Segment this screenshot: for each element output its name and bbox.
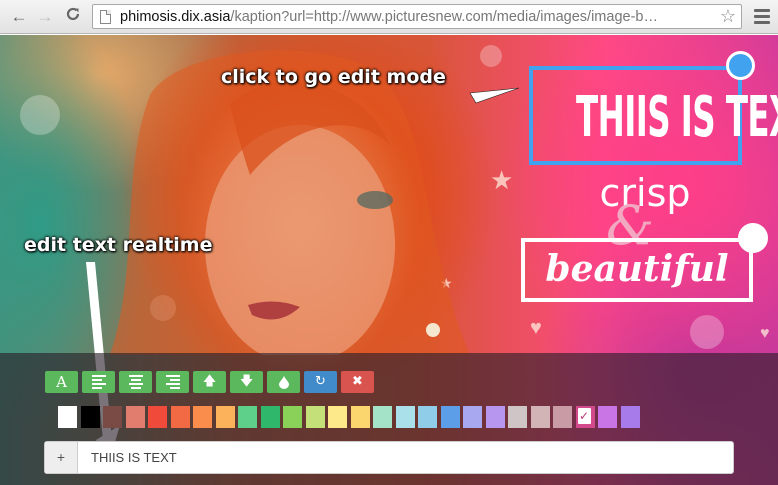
beautiful-text-layer[interactable]: beautiful bbox=[521, 238, 753, 302]
font-button[interactable]: A bbox=[45, 371, 78, 393]
title-text-layer[interactable]: THIIS IS TEXT bbox=[529, 66, 778, 165]
align-center-icon bbox=[128, 375, 143, 389]
align-left-icon bbox=[91, 375, 106, 389]
redo-icon: ↻ bbox=[315, 374, 326, 389]
color-swatch[interactable] bbox=[598, 406, 617, 428]
color-swatch[interactable] bbox=[395, 406, 415, 428]
editor-toolbar: A 🡅 🡇 ↻ ✖ bbox=[45, 371, 378, 393]
color-swatch[interactable] bbox=[305, 406, 325, 428]
color-swatch[interactable] bbox=[350, 406, 370, 428]
drop-icon bbox=[278, 375, 289, 389]
color-swatch[interactable] bbox=[170, 406, 190, 428]
arrow-to-title-icon bbox=[469, 87, 520, 104]
delete-button[interactable]: ✖ bbox=[341, 371, 374, 393]
layer-handle[interactable] bbox=[738, 223, 768, 253]
color-swatch[interactable] bbox=[373, 406, 392, 428]
caption-text-input[interactable] bbox=[79, 442, 733, 473]
align-center-button[interactable] bbox=[119, 371, 152, 393]
color-swatch[interactable] bbox=[125, 406, 145, 428]
color-swatch[interactable] bbox=[620, 406, 640, 428]
color-swatch[interactable] bbox=[508, 406, 527, 428]
move-down-button[interactable]: 🡇 bbox=[230, 371, 263, 393]
color-swatch[interactable] bbox=[485, 406, 505, 428]
color-swatch[interactable] bbox=[193, 406, 212, 428]
close-icon: ✖ bbox=[352, 374, 363, 389]
arrow-up-icon: 🡅 bbox=[202, 374, 217, 389]
color-swatch[interactable] bbox=[80, 406, 100, 428]
color-swatch[interactable] bbox=[553, 406, 572, 428]
align-left-button[interactable] bbox=[82, 371, 115, 393]
color-swatch[interactable] bbox=[103, 406, 122, 428]
color-swatch[interactable] bbox=[58, 406, 77, 428]
align-right-button[interactable] bbox=[156, 371, 189, 393]
color-swatch[interactable] bbox=[148, 406, 167, 428]
title-text: THIIS IS TEXT bbox=[576, 85, 778, 150]
edit-mode-annotation: click to go edit mode bbox=[221, 66, 446, 88]
realtime-annotation: edit text realtime bbox=[24, 234, 213, 256]
color-swatch[interactable] bbox=[238, 406, 257, 428]
color-swatch[interactable] bbox=[463, 406, 482, 428]
color-swatch[interactable] bbox=[530, 406, 550, 428]
color-swatch[interactable] bbox=[440, 406, 460, 428]
opacity-button[interactable] bbox=[267, 371, 300, 393]
color-swatch[interactable] bbox=[418, 406, 437, 428]
font-icon: A bbox=[56, 373, 67, 391]
arrow-down-icon: 🡇 bbox=[239, 374, 254, 389]
move-up-button[interactable]: 🡅 bbox=[193, 371, 226, 393]
add-layer-button[interactable]: + bbox=[45, 442, 78, 473]
color-swatch[interactable] bbox=[575, 406, 595, 428]
color-swatch[interactable] bbox=[260, 406, 280, 428]
align-right-icon bbox=[165, 375, 180, 389]
color-swatch[interactable] bbox=[283, 406, 302, 428]
color-swatch[interactable] bbox=[328, 406, 347, 428]
color-palette bbox=[58, 406, 643, 428]
active-layer-handle[interactable] bbox=[726, 51, 755, 80]
color-swatch[interactable] bbox=[215, 406, 235, 428]
beautiful-text: beautiful bbox=[545, 248, 729, 290]
redo-button[interactable]: ↻ bbox=[304, 371, 337, 393]
text-input-group: + bbox=[44, 441, 734, 474]
